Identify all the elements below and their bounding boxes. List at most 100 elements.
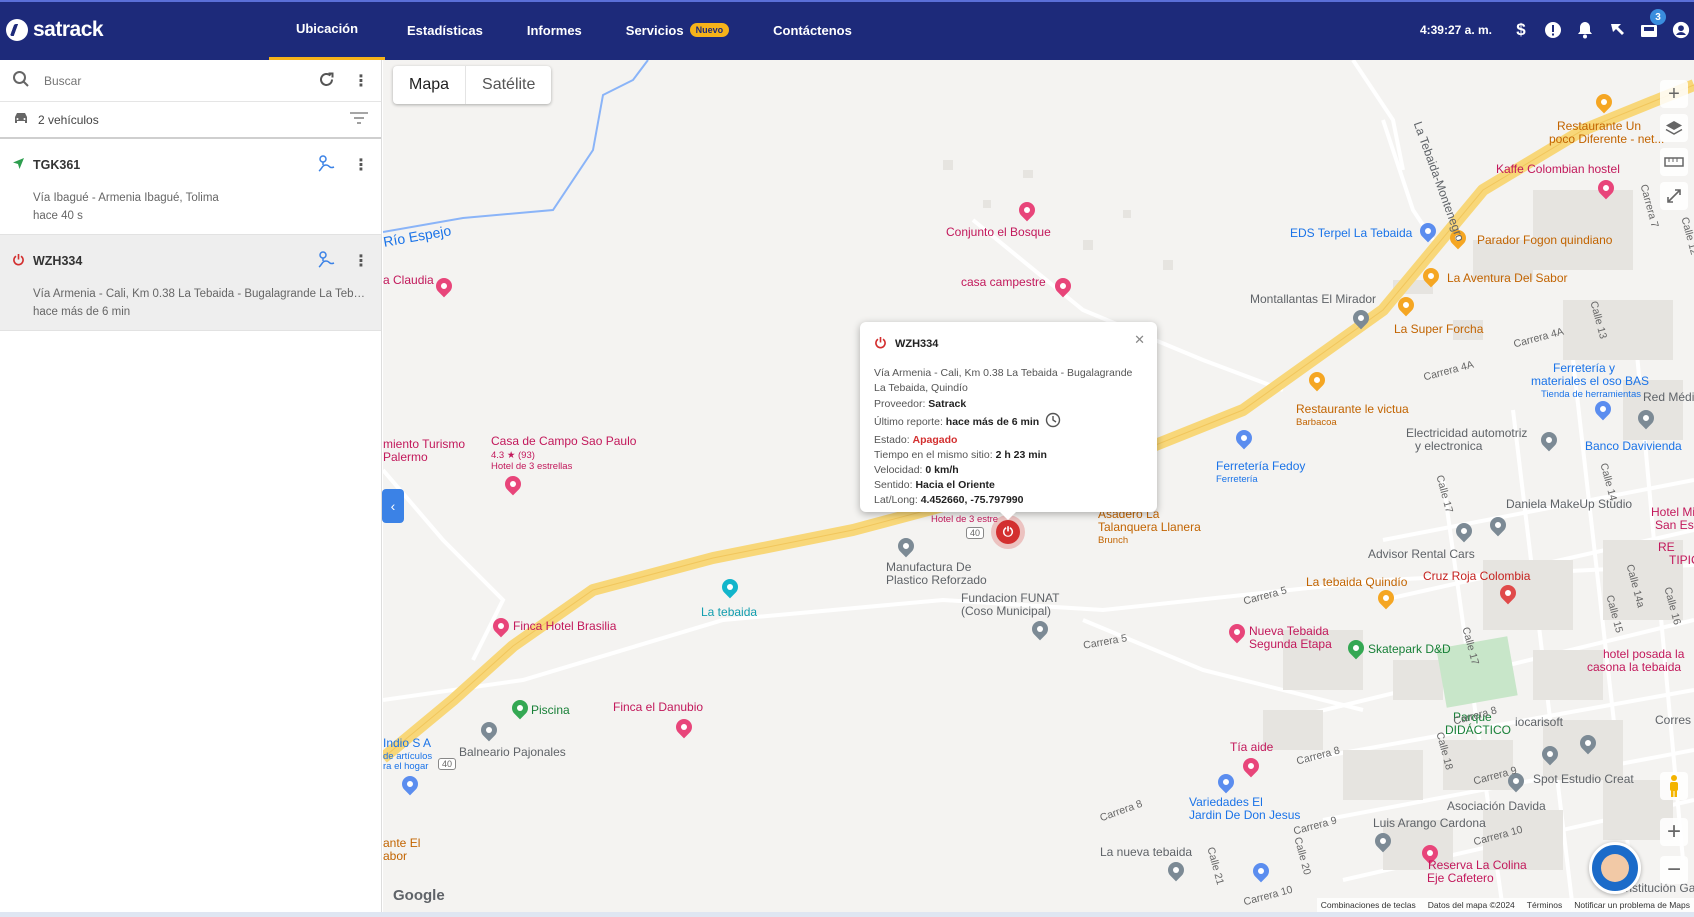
popup-provider-row: Proveedor: Satrack [874,397,1143,411]
poi-label[interactable]: Indio S A [383,737,431,750]
poi-label[interactable]: La Aventura Del Sabor [1447,272,1568,285]
poi-label[interactable]: TIPIC [1669,554,1694,567]
street-view-pegman-icon[interactable] [1660,772,1688,800]
clock-icon[interactable] [1045,412,1061,432]
nav-label: Ubicación [295,21,359,36]
nav-estadisticas[interactable]: Estadísticas [385,0,505,60]
poi-label[interactable]: La tebaida Quindío [1306,576,1407,589]
nav-ubicacion[interactable]: Ubicación [269,0,385,60]
poi-label[interactable]: La tebaida [701,606,757,619]
poi-label[interactable]: Casa de Campo Sao Paulo [491,435,636,448]
close-icon[interactable]: ✕ [1134,332,1145,348]
nav-contactenos[interactable]: Contáctenos [751,0,874,60]
layers-icon[interactable] [1660,114,1688,142]
filter-icon[interactable] [349,111,369,128]
terms-link[interactable]: Términos [1527,900,1562,910]
poi-label[interactable]: Asociación Davida [1447,800,1546,813]
keyboard-shortcuts-link[interactable]: Combinaciones de teclas [1321,900,1416,910]
refresh-icon[interactable] [318,71,335,91]
zoom-out-icon[interactable]: − [1660,856,1688,884]
route-history-icon[interactable] [317,249,339,272]
vehicle-more-icon[interactable]: ⋮ [353,251,369,271]
cursor-icon[interactable] [1608,21,1626,39]
poi-label[interactable]: San Est [1655,519,1694,532]
tab-satelite[interactable]: Satélite [466,66,551,104]
vehicle-item-selected[interactable]: WZH334 ⋮ Vía Armenia - Cali, Km 0.38 La … [0,235,381,331]
alert-icon[interactable] [1544,21,1562,39]
vehicle-plate: TGK361 [33,157,81,172]
poi-label[interactable]: materiales el oso BAS [1531,375,1649,388]
poi-category: Hotel de 3 estrellas [491,461,573,472]
poi-label[interactable]: y electronica [1415,440,1482,453]
car-icon [12,110,30,129]
poi-label[interactable]: Banco Davivienda [1585,440,1682,453]
nav-informes[interactable]: Informes [505,0,604,60]
nav-label: Estadísticas [407,22,483,38]
route-history-icon[interactable] [317,153,339,176]
poi-label[interactable]: (Coso Municipal) [961,605,1051,618]
poi-label[interactable]: Finca el Danubio [613,701,703,714]
map-data-text: Datos del mapa ©2024 [1427,900,1515,910]
poi-label[interactable]: Cruz Roja Colombia [1423,570,1530,583]
assistant-avatar[interactable] [1589,842,1641,894]
poi-label[interactable]: Segunda Etapa [1249,638,1332,651]
poi-category: Barbacoa [1296,417,1337,428]
poi-category: Ferretería [1216,474,1258,485]
tab-mapa[interactable]: Mapa [393,66,467,104]
collapse-sidebar-button[interactable]: ‹ [382,489,404,523]
route-shield: 40 [966,527,985,539]
nav-label: Servicios [625,22,684,38]
poi-label[interactable]: poco Diferente - net... [1549,133,1664,146]
report-problem-link[interactable]: Notificar un problema de Maps [1574,900,1690,910]
poi-label[interactable]: EDS Terpel La Tebaida [1290,227,1412,240]
poi-label[interactable]: Red Médica [1643,391,1694,404]
poi-label[interactable]: Eje Cafetero [1427,872,1494,885]
vehicle-item[interactable]: TGK361 ⋮ Vía Ibagué - Armenia Ibagué, To… [0,139,381,235]
inbox-icon[interactable]: 3 [1640,9,1666,39]
logo-icon [6,19,28,41]
poi-label[interactable]: Tía aide [1230,741,1273,754]
poi-label[interactable]: Balneario Pajonales [459,746,566,759]
poi-label[interactable]: Spot Estudio Creat [1533,773,1634,786]
poi-label[interactable]: Ferretería Fedoy [1216,460,1305,473]
bell-icon[interactable] [1576,21,1594,39]
poi-label[interactable]: casa campestre [961,276,1046,289]
poi-label[interactable]: Conjunto el Bosque [946,226,1051,239]
poi-label[interactable]: Skatepark D&D [1368,643,1451,656]
poi-label[interactable]: Piscina [531,704,570,717]
vehicle-more-icon[interactable]: ⋮ [353,155,369,175]
poi-label[interactable]: Jardin De Don Jesus [1189,809,1300,822]
zoom-in-top-icon[interactable]: + [1660,80,1688,108]
dollar-icon[interactable]: $ [1512,20,1530,39]
poi-label[interactable]: Montallantas El Mirador [1250,293,1376,306]
ruler-icon[interactable] [1660,148,1688,176]
map-type-toggle: Mapa Satélite [393,66,552,104]
nav-servicios[interactable]: Servicios Nuevo [604,0,751,60]
power-off-icon [12,253,25,269]
poi-label[interactable]: Talanquera Llanera [1098,521,1201,534]
poi-label[interactable]: Finca Hotel Brasilia [513,620,616,633]
satrack-logo[interactable]: satrack [6,18,104,42]
poi-label[interactable]: Palermo [383,451,428,464]
field-label: Último reporte: [874,416,943,428]
vehicle-marker[interactable]: ⏻ [991,515,1025,549]
vehicle-info-popup: WZH334 ✕ Vía Armenia - Cali, Km 0.38 La … [860,322,1157,520]
poi-label[interactable]: casona la tebaida [1587,661,1681,674]
search-input[interactable] [44,73,318,88]
poi-label[interactable]: La Super Forcha [1394,323,1483,336]
poi-label[interactable]: Kaffe Colombian hostel [1496,163,1620,176]
poi-label[interactable]: Corres [1655,714,1691,727]
poi-label[interactable]: Plastico Reforzado [886,574,987,587]
poi-label[interactable]: abor [383,850,407,863]
fullscreen-icon[interactable] [1660,182,1688,210]
poi-label[interactable]: Parador Fogon quindiano [1477,234,1612,247]
poi-label[interactable]: Advisor Rental Cars [1368,548,1475,561]
more-options-icon[interactable]: ⋮ [353,71,369,91]
zoom-in-icon[interactable]: + [1660,818,1688,846]
poi-label[interactable]: Restaurante le victua [1296,403,1409,416]
user-icon[interactable] [1672,21,1690,39]
poi-label[interactable]: La nueva tebaida [1100,846,1192,859]
poi-label[interactable]: a Claudia [383,274,434,287]
poi-label[interactable]: Luis Arango Cardona [1373,817,1486,830]
poi-label[interactable]: iocarisoft [1515,716,1563,729]
